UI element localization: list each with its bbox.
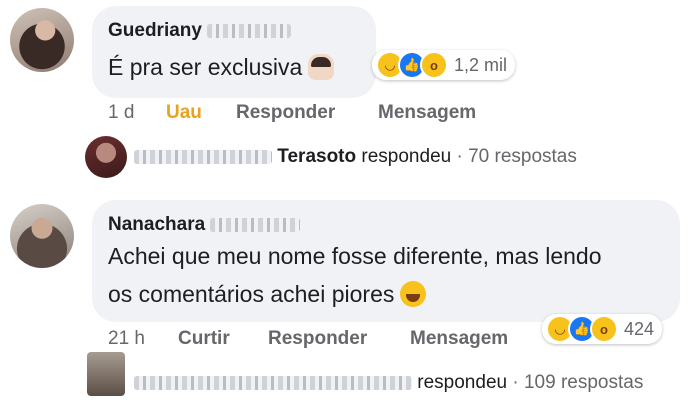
reply-2-summary[interactable]: respondeu · 109 respostas [134,372,643,394]
comment-1-reaction-count: 1,2 mil [454,54,508,75]
comment-2-author[interactable]: Nanachara [108,214,301,236]
comment-1-reply-button[interactable]: Responder [236,102,335,124]
laughing-emoji-icon [400,281,427,307]
reply-1-avatar [85,136,127,178]
comment-1-text-content: É pra ser exclusiva [108,54,303,80]
comment-2-reply-button[interactable]: Responder [268,328,367,350]
wow-reaction-icon: o [420,51,448,79]
comment-2-text-line-2-content: os comentários achei piores [108,281,395,307]
reply-1-verb: respondeu [361,146,452,167]
comment-2-avatar[interactable] [10,204,74,268]
wow-reaction-icon: o [590,315,618,343]
reply-1-summary[interactable]: Terasoto respondeu · 70 respostas [134,146,577,168]
reply-1-count: · 70 respostas [456,146,577,167]
comment-2-time[interactable]: 21 h [108,328,145,350]
comment-1-message-button[interactable]: Mensagem [378,102,476,124]
reply-2-avatar [87,352,125,396]
comment-1-author[interactable]: Guedriany [108,20,292,42]
comment-1-reactions[interactable]: ◡ 👍 o 1,2 mil [372,50,516,80]
comment-2-text-line-2: os comentários achei piores [108,281,427,308]
comment-1-time[interactable]: 1 d [108,102,134,124]
reply-2-verb: respondeu [417,372,508,393]
comment-1-author-name: Guedriany [108,20,202,41]
comment-2-reactions[interactable]: ◡ 👍 o 424 [542,314,663,344]
blurred-surname [207,23,292,38]
comment-2-text-line-1: Achei que meu nome fosse diferente, mas … [108,243,602,269]
comment-2-actions: 21 h Curtir Responder Mensagem [108,328,538,352]
comment-1-actions: 1 d Uau Responder Mensagem [108,102,528,126]
blurred-reply-name [134,149,272,164]
comment-1-reaction-button[interactable]: Uau [166,102,202,124]
blurred-reply-name [134,375,412,390]
comment-2-reaction-count: 424 [624,318,655,339]
comment-1-avatar[interactable] [10,8,74,72]
tipping-hand-emoji-icon [308,54,335,80]
reply-1-name: Terasoto [277,146,357,167]
blurred-surname [210,217,301,232]
comment-1-text: É pra ser exclusiva [108,54,335,81]
comment-2-reaction-button[interactable]: Curtir [178,328,230,350]
reply-2-count: · 109 respostas [512,372,644,393]
comment-2-author-name: Nanachara [108,214,206,235]
comment-2-message-button[interactable]: Mensagem [410,328,508,350]
